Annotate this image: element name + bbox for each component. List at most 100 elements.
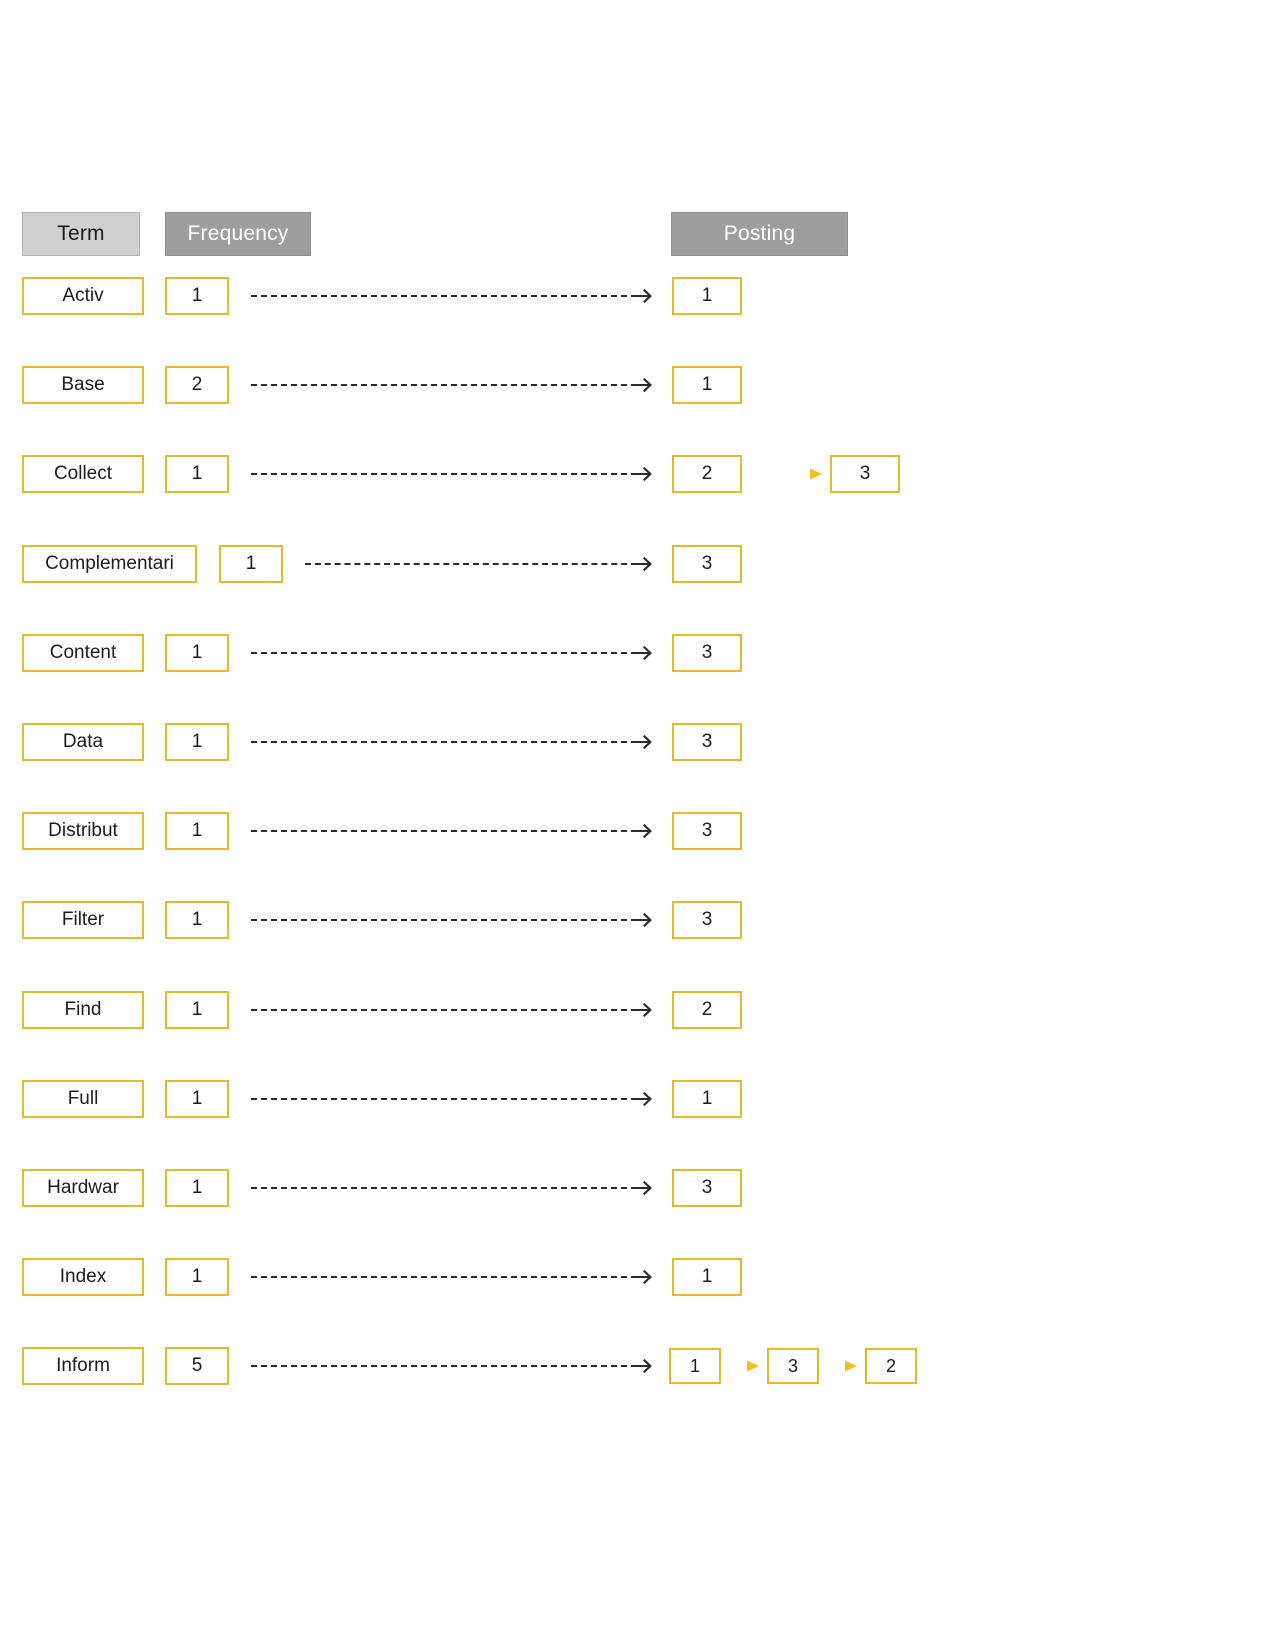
dashed-connector [251, 1009, 637, 1011]
frequency-value: 5 [191, 1355, 203, 1376]
term-label: Complementari [45, 553, 174, 574]
dashed-connector [305, 563, 637, 565]
posting-value: 3 [701, 642, 713, 663]
posting-box: 1 [672, 366, 742, 404]
term-box: Complementari [22, 545, 197, 583]
term-label: Index [59, 1266, 107, 1287]
posting-value: 1 [701, 1088, 713, 1109]
posting-value: 1 [701, 1266, 713, 1287]
frequency-value: 1 [191, 1177, 203, 1198]
posting-box: 1 [672, 1080, 742, 1118]
dashed-connector [251, 473, 637, 475]
posting-box: 2 [672, 991, 742, 1029]
dashed-connector [251, 1365, 637, 1367]
frequency-value: 1 [191, 909, 203, 930]
term-label: Data [62, 731, 104, 752]
column-header-posting-label: Posting [723, 222, 796, 245]
posting-value: 3 [701, 731, 713, 752]
term-label: Inform [56, 1355, 110, 1376]
dashed-arrow-head-icon [634, 1357, 653, 1375]
dashed-arrow-head-icon [634, 644, 653, 662]
dashed-connector [251, 1098, 637, 1100]
posting-value: 1 [689, 1355, 700, 1376]
term-box: Base [22, 366, 144, 404]
term-label: Distribut [48, 820, 118, 841]
frequency-value: 1 [191, 1088, 203, 1109]
term-box: Activ [22, 277, 144, 315]
term-label: Collect [53, 463, 113, 484]
term-box: Distribut [22, 812, 144, 850]
term-box: Inform [22, 1347, 144, 1385]
dashed-connector [251, 384, 637, 386]
term-box: Find [22, 991, 144, 1029]
posting-box: 1 [669, 1348, 721, 1384]
dashed-arrow-head-icon [634, 911, 653, 929]
frequency-box: 1 [165, 723, 229, 761]
frequency-box: 1 [165, 1169, 229, 1207]
posting-value: 3 [701, 820, 713, 841]
dashed-connector [251, 741, 637, 743]
frequency-box: 1 [165, 634, 229, 672]
posting-value: 2 [701, 999, 713, 1020]
posting-box: 1 [672, 1258, 742, 1296]
dashed-connector [251, 652, 637, 654]
dashed-arrow-head-icon [634, 1001, 653, 1019]
chain-arrow-icon [827, 1358, 857, 1374]
dashed-arrow-head-icon [634, 555, 653, 573]
dashed-arrow-head-icon [634, 733, 653, 751]
frequency-box: 1 [165, 901, 229, 939]
frequency-box: 1 [165, 277, 229, 315]
frequency-value: 1 [191, 731, 203, 752]
frequency-value: 1 [191, 642, 203, 663]
term-label: Full [67, 1088, 99, 1109]
dashed-arrow-head-icon [634, 1179, 653, 1197]
term-box: Index [22, 1258, 144, 1296]
term-label: Find [64, 999, 102, 1020]
term-label: Base [61, 374, 105, 395]
posting-box: 3 [830, 455, 900, 493]
frequency-value: 1 [191, 999, 203, 1020]
term-label: Hardwar [47, 1177, 119, 1198]
posting-box: 3 [767, 1348, 819, 1384]
posting-box: 3 [672, 723, 742, 761]
term-box: Filter [22, 901, 144, 939]
dashed-arrow-head-icon [634, 465, 653, 483]
frequency-box: 1 [165, 1080, 229, 1118]
frequency-box: 1 [165, 812, 229, 850]
frequency-value: 1 [191, 820, 203, 841]
posting-box: 2 [672, 455, 742, 493]
dashed-connector [251, 295, 637, 297]
column-header-term: Term [22, 212, 140, 256]
inverted-index-diagram: Term Frequency Posting Activ 1 1 Base 2 1 Coll… [0, 0, 1275, 1650]
posting-value: 3 [701, 1177, 713, 1198]
term-label: Activ [62, 285, 104, 306]
term-box: Content [22, 634, 144, 672]
posting-box: 3 [672, 812, 742, 850]
posting-box: 3 [672, 634, 742, 672]
posting-box: 1 [672, 277, 742, 315]
posting-value: 3 [859, 463, 871, 484]
frequency-box: 5 [165, 1347, 229, 1385]
frequency-value: 1 [191, 1266, 203, 1287]
term-label: Content [49, 642, 117, 663]
posting-value: 3 [701, 553, 713, 574]
dashed-arrow-head-icon [634, 822, 653, 840]
dashed-connector [251, 830, 637, 832]
posting-value: 2 [885, 1355, 896, 1376]
posting-box: 3 [672, 545, 742, 583]
dashed-arrow-head-icon [634, 287, 653, 305]
dashed-arrow-head-icon [634, 1268, 653, 1286]
chain-arrow-icon [750, 466, 822, 482]
frequency-value: 2 [191, 374, 203, 395]
column-header-frequency: Frequency [165, 212, 311, 256]
dashed-arrow-head-icon [634, 1090, 653, 1108]
posting-value: 1 [701, 374, 713, 395]
term-box: Hardwar [22, 1169, 144, 1207]
chain-arrow-icon [729, 1358, 759, 1374]
frequency-box: 1 [165, 455, 229, 493]
posting-box: 3 [672, 901, 742, 939]
posting-value: 1 [701, 285, 713, 306]
posting-box: 2 [865, 1348, 917, 1384]
posting-value: 3 [787, 1355, 798, 1376]
term-box: Full [22, 1080, 144, 1118]
